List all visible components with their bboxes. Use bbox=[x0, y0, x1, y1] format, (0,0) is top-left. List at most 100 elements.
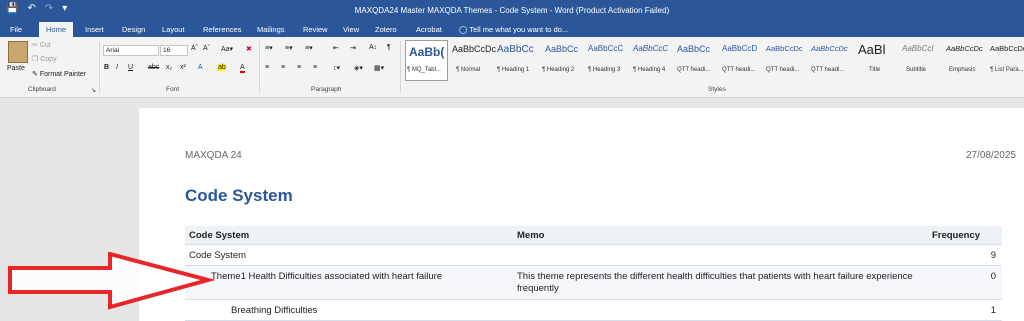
font-group-label: Font bbox=[166, 86, 180, 93]
style-name[interactable]: QTT headi... bbox=[722, 67, 755, 73]
copy-button[interactable]: ❐ Copy bbox=[32, 55, 57, 63]
document-page[interactable]: MAXQDA 24 27/08/2025 Code System Code Sy… bbox=[139, 108, 1024, 321]
tab-review[interactable]: Review bbox=[303, 25, 328, 34]
dialog-launcher-icon[interactable]: ↘ bbox=[91, 87, 96, 94]
window-title: MAXQDA24 Master MAXQDA Themes - Code Sys… bbox=[354, 6, 670, 15]
style-preview[interactable]: AaBbCcI bbox=[902, 44, 934, 53]
document-title: Code System bbox=[185, 186, 293, 205]
tab-acrobat[interactable]: Acrobat bbox=[416, 25, 442, 34]
tab-insert[interactable]: Insert bbox=[85, 25, 104, 34]
italic-icon[interactable]: I bbox=[116, 64, 118, 71]
memo-cell: This theme represents the different heal… bbox=[517, 271, 913, 294]
header-right: 27/08/2025 bbox=[965, 150, 1016, 161]
column-header-memo: Memo bbox=[517, 230, 545, 241]
bold-icon[interactable]: B bbox=[104, 64, 109, 71]
style-preview[interactable]: AaBbCc bbox=[677, 44, 710, 54]
style-preview[interactable]: AaBbCc bbox=[497, 44, 534, 55]
font-name-select[interactable]: Arial bbox=[103, 45, 159, 56]
style-preview[interactable]: AaBbCcDc bbox=[766, 44, 803, 53]
align-left-icon[interactable]: ≡ bbox=[265, 64, 269, 71]
code-cell: Theme1 Health Difficulties associated wi… bbox=[211, 271, 443, 282]
font-color-icon[interactable]: A bbox=[240, 64, 245, 73]
style-preview[interactable]: AaBbCc bbox=[545, 44, 578, 54]
superscript-icon[interactable]: x² bbox=[180, 64, 186, 71]
shading-icon[interactable]: ◈▾ bbox=[354, 64, 363, 72]
multilevel-icon[interactable]: ≡▾ bbox=[305, 44, 313, 52]
table-row: Code System 9 bbox=[185, 245, 1002, 266]
style-name[interactable]: ¶ Normal bbox=[456, 67, 480, 73]
subscript-icon[interactable]: x₂ bbox=[166, 64, 172, 71]
text-effects-icon[interactable]: A bbox=[198, 64, 203, 71]
table-row: Theme1 Health Difficulties associated wi… bbox=[185, 266, 1002, 300]
ribbon-tabs: File Home Insert Design Layout Reference… bbox=[0, 22, 1024, 37]
tab-mailings[interactable]: Mailings bbox=[257, 25, 285, 34]
style-preview[interactable]: AaBbCcDc bbox=[811, 44, 848, 53]
change-case-icon[interactable]: Aa▾ bbox=[221, 45, 233, 53]
paragraph-group-label: Paragraph bbox=[311, 86, 342, 93]
style-name[interactable]: ¶ Heading 1 bbox=[497, 67, 529, 73]
style-name[interactable]: ¶ List Para... bbox=[990, 67, 1024, 73]
shrink-font-icon[interactable]: Aˇ bbox=[203, 45, 210, 52]
increase-indent-icon[interactable]: ⇥ bbox=[350, 44, 356, 52]
font-size-select[interactable]: 16 bbox=[160, 45, 188, 56]
header-left: MAXQDA 24 bbox=[185, 150, 242, 161]
style-name[interactable]: ¶ MQ_Tabl... bbox=[407, 67, 441, 73]
style-preview[interactable]: AaBl bbox=[858, 42, 885, 57]
align-center-icon[interactable]: ≡ bbox=[281, 64, 285, 71]
tab-design[interactable]: Design bbox=[122, 25, 145, 34]
copy-icon: ❐ bbox=[32, 56, 39, 63]
style-name[interactable]: Title bbox=[869, 67, 880, 73]
paste-icon[interactable] bbox=[8, 41, 28, 63]
tab-layout[interactable]: Layout bbox=[162, 25, 185, 34]
decrease-indent-icon[interactable]: ⇤ bbox=[333, 44, 339, 52]
red-arrow-annotation bbox=[8, 252, 215, 310]
style-name[interactable]: ¶ Heading 3 bbox=[588, 67, 620, 73]
style-name[interactable]: QTT headi... bbox=[766, 67, 799, 73]
title-bar: 💾 ↶ ↷ ▾ MAXQDA24 Master MAXQDA Themes - … bbox=[0, 0, 1024, 22]
style-preview[interactable]: AaBb( bbox=[409, 45, 444, 59]
clear-format-icon[interactable]: ✖ bbox=[246, 45, 252, 53]
format-painter-button[interactable]: ✎ Format Painter bbox=[32, 70, 86, 78]
tab-zotero[interactable]: Zotero bbox=[375, 25, 397, 34]
code-system-table: Code System Memo Frequency Code System 9… bbox=[185, 226, 1002, 321]
paste-button[interactable]: Paste bbox=[7, 65, 25, 72]
style-name[interactable]: Emphasis bbox=[949, 67, 975, 73]
style-preview[interactable]: AaBbCcDc bbox=[452, 44, 496, 54]
justify-icon[interactable]: ≡ bbox=[313, 64, 317, 71]
frequency-cell: 1 bbox=[990, 305, 996, 316]
style-preview[interactable]: AaBbCcDc bbox=[990, 44, 1024, 53]
code-cell: Breathing Difficulties bbox=[231, 305, 318, 316]
strikethrough-icon[interactable]: abc bbox=[148, 64, 159, 71]
tab-file[interactable]: File bbox=[10, 25, 22, 34]
style-preview[interactable]: AaBbCcC bbox=[588, 44, 623, 53]
style-preview[interactable]: AaBbCcC bbox=[633, 44, 668, 53]
tab-references[interactable]: References bbox=[203, 25, 241, 34]
sort-icon[interactable]: A↓ bbox=[369, 44, 377, 51]
highlight-icon[interactable]: ab bbox=[218, 64, 226, 71]
tab-view[interactable]: View bbox=[343, 25, 359, 34]
align-right-icon[interactable]: ≡ bbox=[297, 64, 301, 71]
column-header-frequency: Frequency bbox=[931, 230, 980, 241]
styles-group-label: Styles bbox=[708, 86, 726, 93]
cut-button[interactable]: ✂ Cut bbox=[32, 41, 51, 49]
style-name[interactable]: Subtitle bbox=[906, 67, 926, 73]
bullets-icon[interactable]: ≡▾ bbox=[265, 44, 273, 52]
line-spacing-icon[interactable]: ↕▾ bbox=[333, 64, 340, 72]
tell-me-box[interactable]: ◯ Tell me what you want to do... bbox=[459, 25, 568, 34]
grow-font-icon[interactable]: Aˆ bbox=[191, 45, 198, 52]
style-name[interactable]: ¶ Heading 4 bbox=[633, 67, 665, 73]
tab-home[interactable]: Home bbox=[39, 22, 74, 37]
show-marks-icon[interactable]: ¶ bbox=[387, 44, 391, 51]
borders-icon[interactable]: ▦▾ bbox=[374, 64, 384, 72]
style-name[interactable]: QTT headi... bbox=[677, 67, 710, 73]
lightbulb-icon: ◯ bbox=[459, 25, 468, 34]
style-name[interactable]: QTT headi... bbox=[811, 67, 844, 73]
underline-icon[interactable]: U bbox=[128, 64, 133, 71]
ribbon-home: Paste ✂ Cut ❐ Copy ✎ Format Painter Clip… bbox=[0, 37, 1024, 98]
frequency-cell: 0 bbox=[990, 271, 996, 282]
table-header-row: Code System Memo Frequency bbox=[185, 226, 1002, 245]
style-name[interactable]: ¶ Heading 2 bbox=[542, 67, 574, 73]
style-preview[interactable]: AaBbCcDc bbox=[946, 44, 983, 53]
numbering-icon[interactable]: ≡▾ bbox=[285, 44, 293, 52]
style-preview[interactable]: AaBbCcD bbox=[722, 44, 757, 53]
